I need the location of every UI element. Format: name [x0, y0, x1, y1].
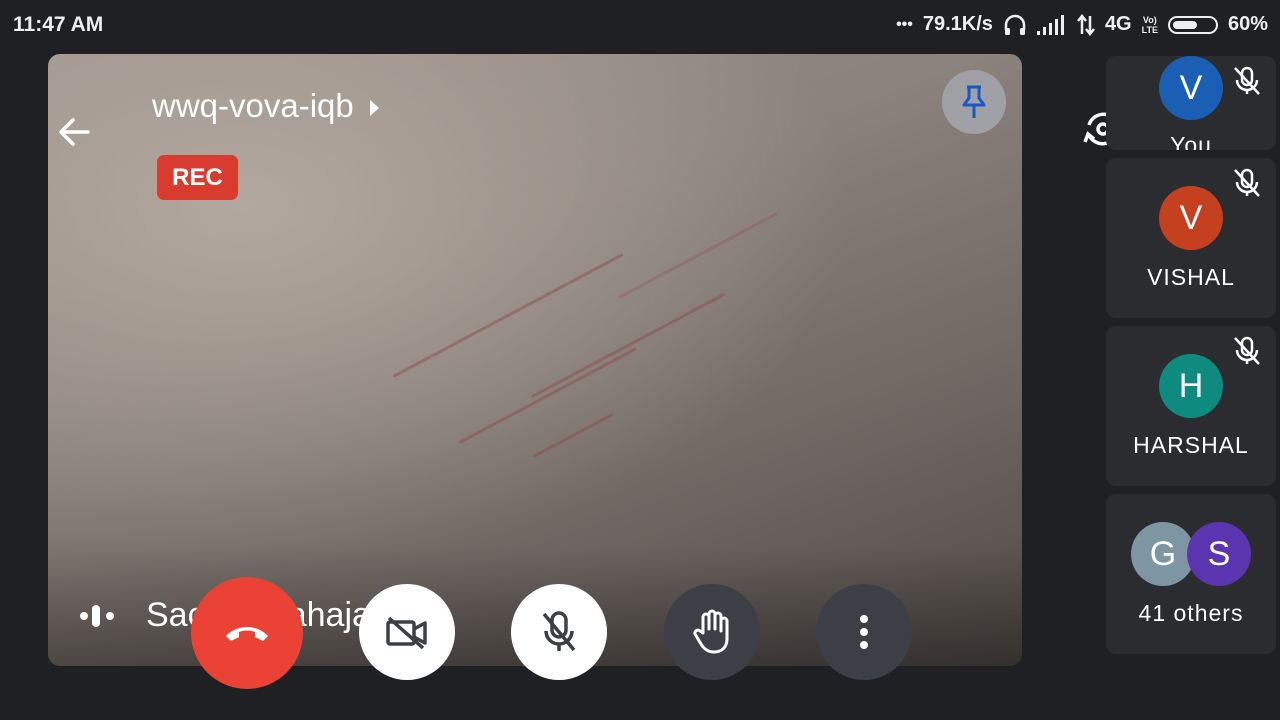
battery-fill [1172, 20, 1197, 29]
video-texture [532, 413, 614, 458]
volte-badge: Vo) LTE [1142, 15, 1158, 35]
raise-hand-icon [693, 609, 729, 654]
video-texture [459, 347, 637, 444]
mic-off-icon [1234, 336, 1260, 365]
participant-tile-others[interactable]: G S 41 others [1106, 494, 1276, 654]
volte-top: Vo) [1142, 14, 1157, 25]
participant-name: HARSHAL [1133, 432, 1249, 458]
status-time: 11:47 AM [13, 13, 104, 36]
avatar: G [1131, 522, 1195, 586]
more-notifications-icon: ••• [896, 15, 913, 33]
battery-percent: 60% [1227, 13, 1268, 35]
end-call-button[interactable] [191, 577, 303, 689]
microphone-toggle-button[interactable] [511, 584, 607, 680]
camera-toggle-button[interactable] [359, 584, 455, 680]
participant-name: VISHAL [1147, 264, 1235, 290]
pin-icon [962, 85, 986, 118]
caret-right-icon [369, 100, 379, 116]
more-options-button[interactable] [816, 584, 912, 680]
volte-bottom: LTE [1141, 24, 1158, 35]
video-texture [530, 292, 726, 399]
status-indicators: ••• 79.1K/s 4G Vo) LTE 60% [896, 13, 1268, 36]
signal-icon [1036, 14, 1064, 35]
video-texture [392, 253, 624, 378]
mic-off-icon [542, 611, 576, 652]
recording-badge: REC [157, 155, 238, 200]
status-bar: 11:47 AM ••• 79.1K/s 4G Vo) LTE 60% [0, 0, 1280, 50]
participant-tile-vishal[interactable]: V VISHAL [1106, 158, 1276, 318]
others-count-label: 41 others [1138, 600, 1244, 626]
network-type: 4G [1104, 13, 1132, 35]
meeting-code[interactable]: wwq-vova-iqb [152, 87, 379, 125]
avatar: V [1159, 56, 1223, 120]
battery-icon [1167, 15, 1218, 34]
avatar: H [1159, 354, 1223, 418]
participant-tile-self[interactable]: V You [1106, 56, 1276, 150]
camera-off-icon [386, 616, 427, 650]
pin-button[interactable] [942, 70, 1006, 134]
headphones-status-icon [1004, 14, 1026, 35]
main-video-feed[interactable]: wwq-vova-iqb REC Sachin Mahajan [48, 54, 1022, 666]
back-arrow-icon[interactable] [54, 112, 94, 152]
meeting-code-text: wwq-vova-iqb [152, 87, 354, 124]
data-transfer-icon [1076, 13, 1095, 36]
avatar: S [1187, 522, 1251, 586]
mic-off-icon [1234, 168, 1260, 197]
participant-tile-harshal[interactable]: H HARSHAL [1106, 326, 1276, 486]
voice-activity-icon [80, 604, 114, 627]
raise-hand-button[interactable] [664, 584, 760, 680]
end-call-icon [226, 627, 268, 641]
avatar: V [1159, 186, 1223, 250]
video-texture [617, 211, 779, 300]
mic-off-icon [1234, 66, 1260, 95]
more-options-icon [860, 615, 868, 649]
network-speed: 79.1K/s [922, 13, 993, 35]
participant-name: You [1170, 132, 1212, 150]
